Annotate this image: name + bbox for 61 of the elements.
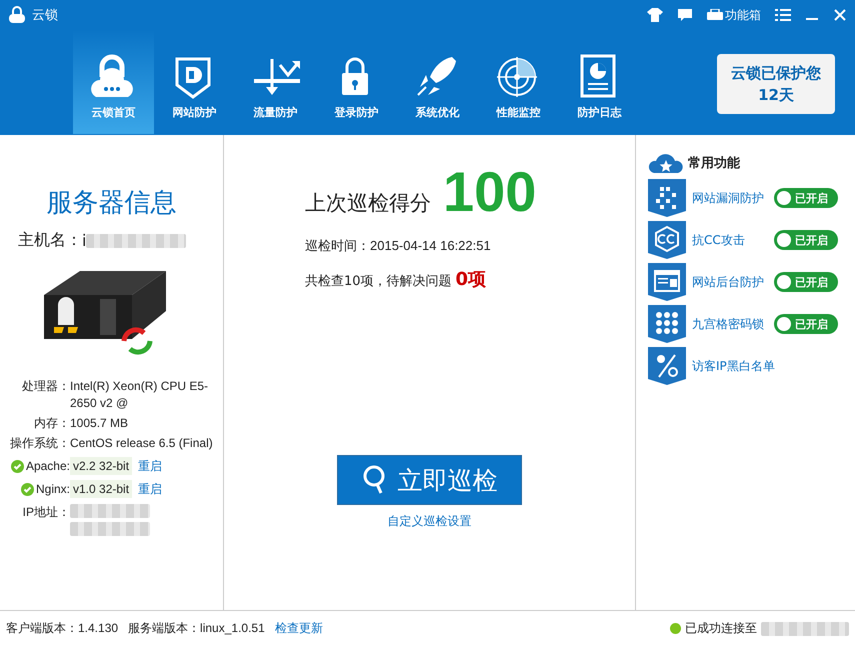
update-link[interactable]: 检查更新 — [274, 620, 323, 637]
service-version: v1.0 32-bit — [70, 480, 132, 498]
nav-tab[interactable]: 登录防护 — [316, 30, 397, 134]
section-title: 常用功能 — [688, 155, 740, 172]
toggle-switch[interactable]: 已开启 — [774, 314, 838, 334]
feature-link[interactable]: 九宫格密码锁 — [692, 316, 774, 332]
issue-count: 0项 — [456, 268, 486, 291]
hostname-value: i — [82, 231, 86, 250]
spec-label: 操作系统： — [9, 435, 70, 452]
percent-icon — [648, 347, 686, 385]
feature-link[interactable]: 访客IP黑白名单 — [692, 358, 774, 374]
cloud-star-icon — [648, 153, 684, 173]
scan-button[interactable]: 立即巡检 — [337, 455, 522, 505]
toggle-switch[interactable]: 已开启 — [774, 188, 838, 208]
service-version: v2.2 32-bit — [70, 457, 132, 475]
nav-tab[interactable]: 性能监控 — [478, 30, 559, 134]
score-label: 上次巡检得分 — [305, 190, 431, 217]
toolbox-icon[interactable] — [707, 9, 723, 21]
feature-link[interactable]: 抗CC攻击 — [692, 232, 774, 248]
scan-summary: 共检查10项，待解决问题 — [305, 273, 452, 290]
lock-icon — [8, 6, 26, 24]
menu-icon[interactable] — [775, 8, 791, 22]
toggle-switch[interactable]: 已开启 — [774, 230, 838, 250]
score-value: 100 — [443, 161, 536, 223]
connection-status: 已成功连接至 — [685, 620, 757, 637]
restart-link[interactable]: 重启 — [138, 458, 162, 474]
protection-days: 12天 — [758, 84, 794, 106]
section-title: 服务器信息 — [46, 187, 178, 220]
keypad-icon — [648, 305, 686, 343]
feature-link[interactable]: 网站漏洞防护 — [692, 190, 774, 206]
grid-dots-icon — [648, 179, 686, 217]
nav-tab[interactable]: 网站防护 — [154, 30, 235, 134]
hostname-label: 主机名： — [18, 230, 82, 251]
spec-label: 内存： — [33, 415, 70, 432]
service-label: Apache: — [26, 459, 70, 473]
nav-tab[interactable]: 防护日志 — [559, 30, 640, 134]
cc-icon — [648, 221, 686, 259]
server-version: 服务端版本：linux_1.0.51 — [128, 620, 265, 637]
spec-value: CentOS release 6.5 (Final) — [70, 435, 214, 452]
scan-time: 巡检时间：2015-04-14 16:22:51 — [305, 237, 492, 255]
window-title: 云锁 — [32, 7, 59, 24]
window-icon — [648, 263, 686, 301]
restart-link[interactable]: 重启 — [138, 480, 162, 498]
protection-text: 云锁已保护您 — [731, 63, 821, 84]
chat-icon[interactable] — [677, 8, 693, 22]
nav-tab[interactable]: 系统优化 — [397, 30, 478, 134]
nav-tab[interactable]: 流量防护 — [235, 30, 316, 134]
search-icon — [362, 465, 386, 495]
feature-link[interactable]: 网站后台防护 — [692, 274, 774, 290]
spec-value: Intel(R) Xeon(R) CPU E5-2650 v2 @ — [70, 378, 210, 412]
spec-label: IP地址： — [22, 504, 70, 521]
status-dot — [670, 623, 681, 634]
toolbox-link[interactable]: 功能箱 — [725, 6, 761, 24]
spec-value: 1005.7 MB — [70, 415, 130, 432]
close-icon[interactable] — [833, 8, 847, 22]
toggle-switch[interactable]: 已开启 — [774, 272, 838, 292]
client-version: 客户端版本：1.4.130 — [6, 620, 118, 637]
service-label: Nginx: — [36, 482, 70, 496]
spec-label: 处理器： — [21, 378, 70, 395]
shirt-icon[interactable] — [647, 8, 663, 22]
scan-settings-link[interactable]: 自定义巡检设置 — [224, 513, 635, 530]
